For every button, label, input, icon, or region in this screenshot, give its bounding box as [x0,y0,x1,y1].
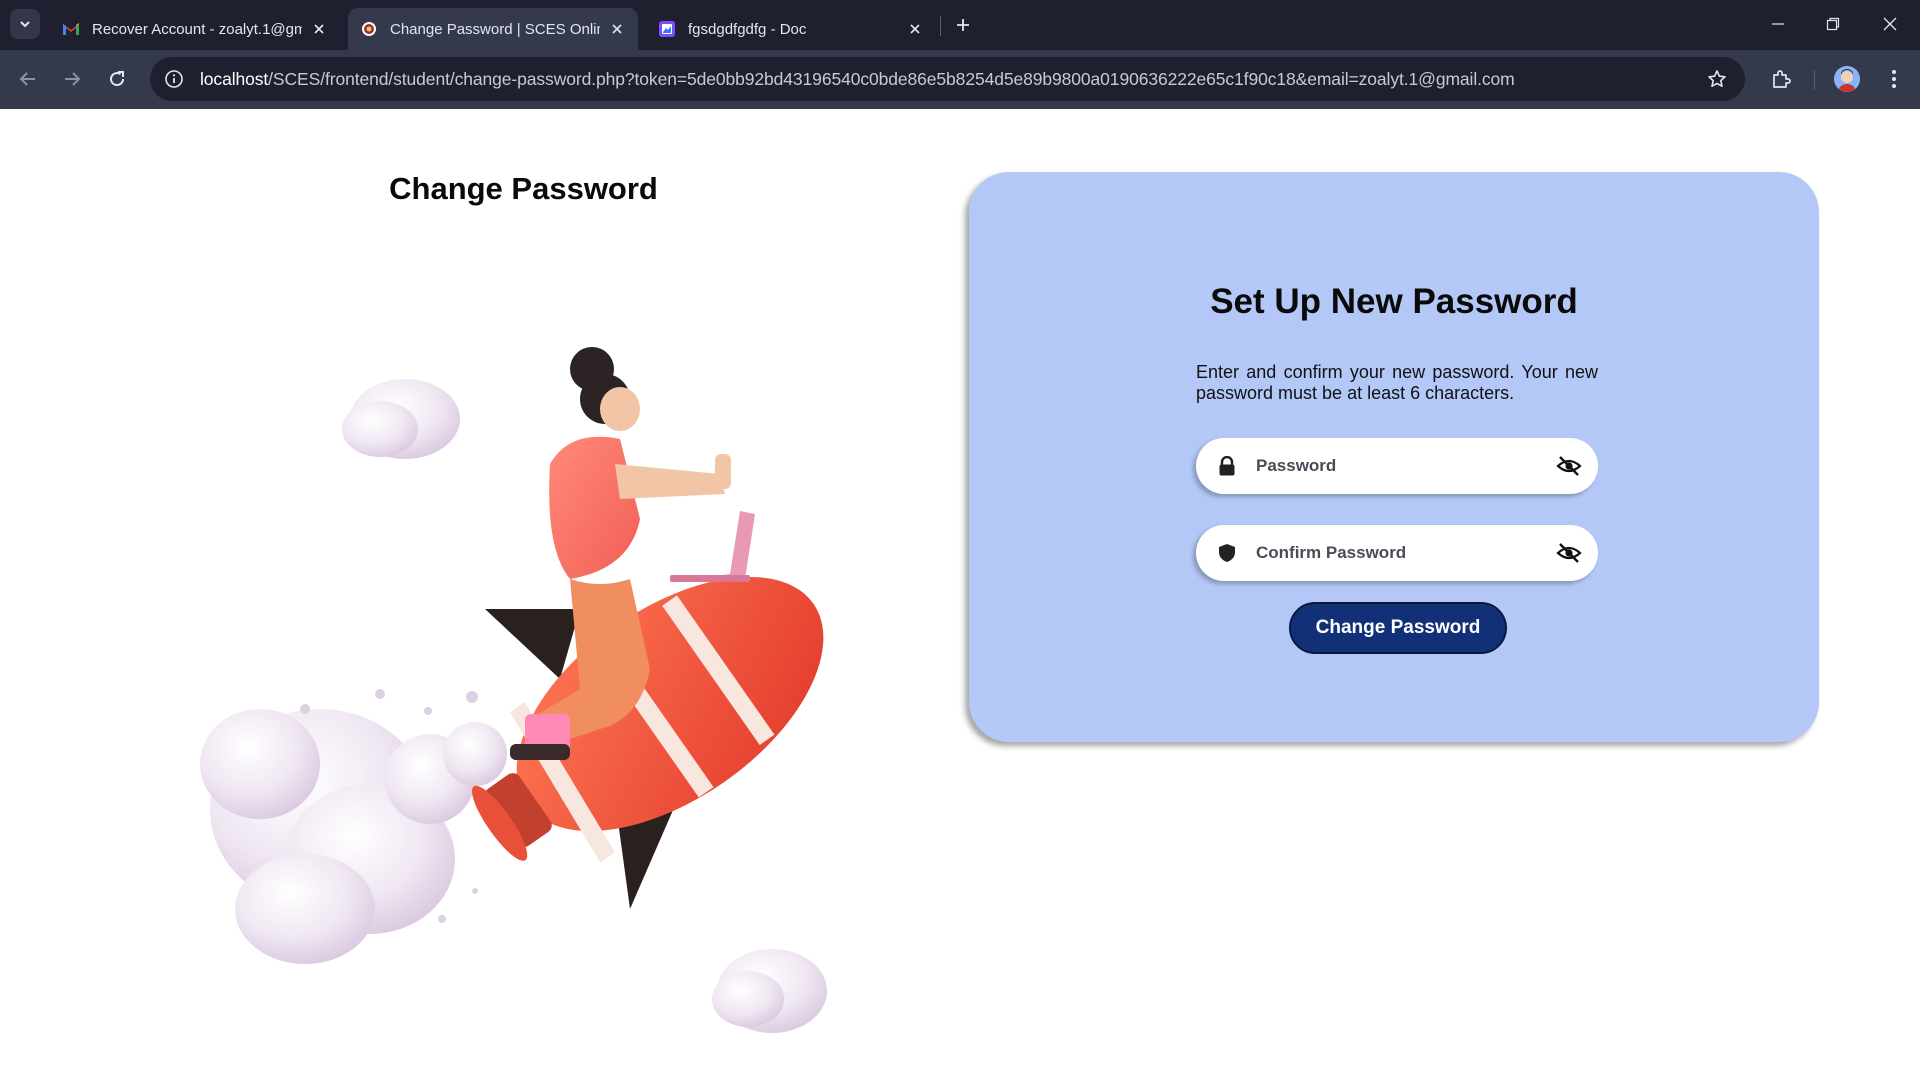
sces-logo-icon [360,20,378,38]
bookmark-star-icon[interactable] [1703,65,1731,93]
url-path: /SCES/frontend/student/change-password.p… [268,68,1515,89]
chevron-down-icon [20,21,30,28]
arrow-left-icon [19,72,35,86]
restore-icon [1826,17,1840,31]
url-text: localhost/SCES/frontend/student/change-p… [200,69,1515,90]
page-title: Change Password [389,171,658,206]
doc-icon [658,20,676,38]
browser-menu-button[interactable] [1876,61,1912,97]
tab-doc[interactable]: fgsdgdfgdfg - Doc [646,8,936,50]
extensions-button[interactable] [1763,61,1799,97]
reload-icon [110,71,125,87]
back-button[interactable] [10,61,46,97]
tab-search-button[interactable] [10,9,40,39]
tab-title: Change Password | SCES Online [390,20,600,38]
profile-button[interactable] [1829,61,1865,97]
tab-title: fgsdgdfgdfg - Doc [688,20,807,38]
close-window-button[interactable] [1867,6,1913,42]
reload-button[interactable] [99,61,135,97]
plus-icon [957,19,969,31]
rocket-rider-illustration [200,347,827,1033]
gmail-icon [62,20,80,38]
cloud-small-bottom [712,949,827,1033]
lock-icon [1216,455,1238,477]
change-password-card: Set Up New Password Enter and confirm yo… [969,172,1819,742]
close-icon[interactable] [310,20,328,38]
tab-change-password[interactable]: Change Password | SCES Online [348,8,638,50]
close-icon [1883,17,1897,31]
exhaust-cloud [200,689,518,964]
forward-button[interactable] [54,61,90,97]
browser-tab-bar: Recover Account - zoalyt.1@gm Change Pas… [0,0,1920,50]
eye-slash-icon[interactable] [1556,454,1582,478]
address-bar[interactable]: localhost/SCES/frontend/student/change-p… [150,57,1745,101]
avatar [1834,66,1860,92]
url-host: localhost [200,68,269,89]
puzzle-icon [1773,70,1791,88]
browser-toolbar: localhost/SCES/frontend/student/change-p… [0,50,1920,109]
close-icon[interactable] [608,20,626,38]
card-title: Set Up New Password [1210,282,1578,321]
new-tab-button[interactable] [950,12,976,38]
more-vertical-icon [1892,70,1896,88]
tab-recover-account[interactable]: Recover Account - zoalyt.1@gm [50,8,340,50]
tab-title: Recover Account - zoalyt.1@gm [92,20,302,38]
password-field[interactable] [1196,438,1598,494]
eye-slash-icon[interactable] [1556,541,1582,565]
confirm-password-field[interactable] [1196,525,1598,581]
minimize-icon [1772,23,1784,25]
confirm-password-input[interactable] [1256,543,1536,563]
toolbar-divider [1814,70,1815,90]
cloud-small-top [342,379,460,459]
close-icon[interactable] [906,20,924,38]
site-info-icon[interactable] [154,59,194,99]
minimize-button[interactable] [1755,6,1801,42]
tab-separator [940,16,941,36]
restore-button[interactable] [1810,6,1856,42]
change-password-button[interactable]: Change Password [1289,602,1507,654]
arrow-right-icon [65,72,81,86]
page-content: Change Password Set Up New Password Ente… [0,109,1920,1080]
card-description: Enter and confirm your new password. You… [1196,362,1598,403]
password-input[interactable] [1256,456,1536,476]
shield-icon [1216,542,1238,564]
